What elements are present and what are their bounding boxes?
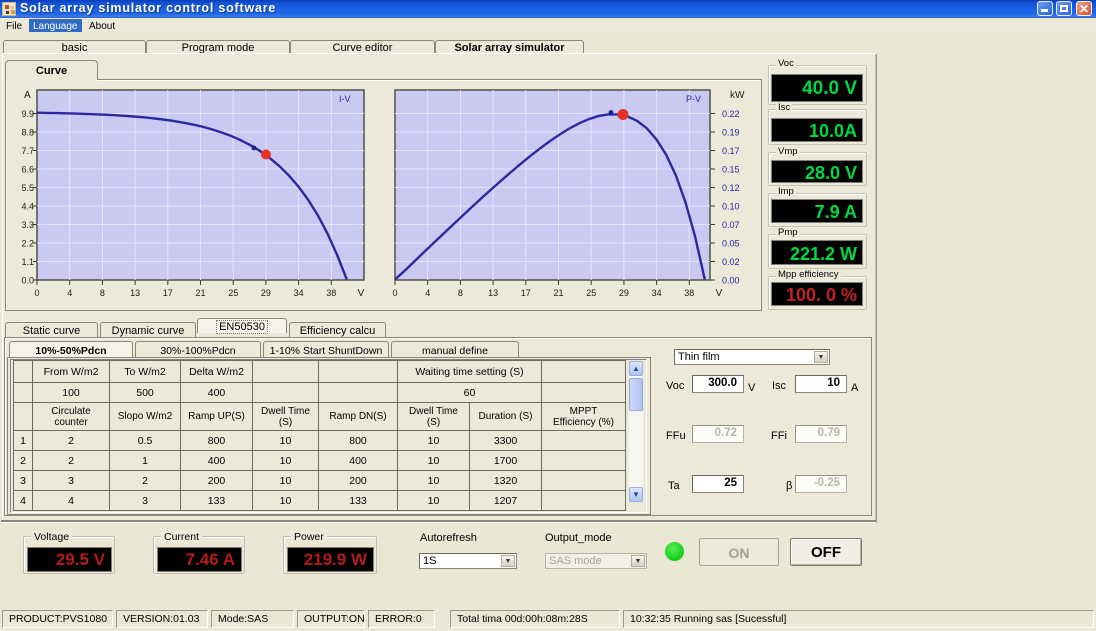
svg-text:A: A bbox=[24, 90, 31, 101]
svg-text:8: 8 bbox=[458, 288, 463, 298]
svg-text:29: 29 bbox=[261, 288, 271, 298]
svg-text:1.1: 1.1 bbox=[21, 257, 34, 267]
svg-text:0.00: 0.00 bbox=[722, 276, 740, 286]
svg-text:0.12: 0.12 bbox=[722, 183, 740, 193]
svg-text:0.02: 0.02 bbox=[722, 257, 740, 267]
svg-text:13: 13 bbox=[130, 288, 140, 298]
svg-text:13: 13 bbox=[488, 288, 498, 298]
svg-text:V: V bbox=[716, 288, 723, 299]
svg-text:5.5: 5.5 bbox=[21, 183, 34, 193]
svg-text:21: 21 bbox=[553, 288, 563, 298]
svg-text:0.05: 0.05 bbox=[722, 239, 740, 249]
svg-text:0: 0 bbox=[34, 288, 39, 298]
svg-text:17: 17 bbox=[163, 288, 173, 298]
svg-text:17: 17 bbox=[521, 288, 531, 298]
svg-text:38: 38 bbox=[326, 288, 336, 298]
svg-text:34: 34 bbox=[294, 288, 304, 298]
svg-text:29: 29 bbox=[619, 288, 629, 298]
svg-text:4.4: 4.4 bbox=[21, 202, 34, 212]
svg-text:I-V: I-V bbox=[339, 94, 351, 104]
svg-text:25: 25 bbox=[586, 288, 596, 298]
svg-text:P-V: P-V bbox=[686, 94, 701, 104]
svg-text:25: 25 bbox=[228, 288, 238, 298]
svg-text:0.0: 0.0 bbox=[21, 276, 34, 286]
svg-text:0.07: 0.07 bbox=[722, 220, 740, 230]
svg-text:0.22: 0.22 bbox=[722, 109, 740, 119]
svg-text:0.17: 0.17 bbox=[722, 146, 740, 156]
svg-text:3.3: 3.3 bbox=[21, 220, 34, 230]
svg-text:0.10: 0.10 bbox=[722, 202, 740, 212]
svg-text:34: 34 bbox=[652, 288, 662, 298]
svg-text:0.15: 0.15 bbox=[722, 165, 740, 175]
svg-text:V: V bbox=[358, 288, 365, 299]
svg-text:4: 4 bbox=[67, 288, 72, 298]
svg-text:21: 21 bbox=[195, 288, 205, 298]
svg-text:kW: kW bbox=[730, 90, 745, 101]
svg-text:8.8: 8.8 bbox=[21, 128, 34, 138]
svg-text:8: 8 bbox=[100, 288, 105, 298]
svg-text:38: 38 bbox=[684, 288, 694, 298]
svg-text:0.19: 0.19 bbox=[722, 128, 740, 138]
svg-text:4: 4 bbox=[425, 288, 430, 298]
svg-text:7.7: 7.7 bbox=[21, 146, 34, 156]
svg-text:2.2: 2.2 bbox=[21, 239, 34, 249]
svg-text:0: 0 bbox=[392, 288, 397, 298]
svg-text:9.9: 9.9 bbox=[21, 109, 34, 119]
svg-text:6.6: 6.6 bbox=[21, 165, 34, 175]
